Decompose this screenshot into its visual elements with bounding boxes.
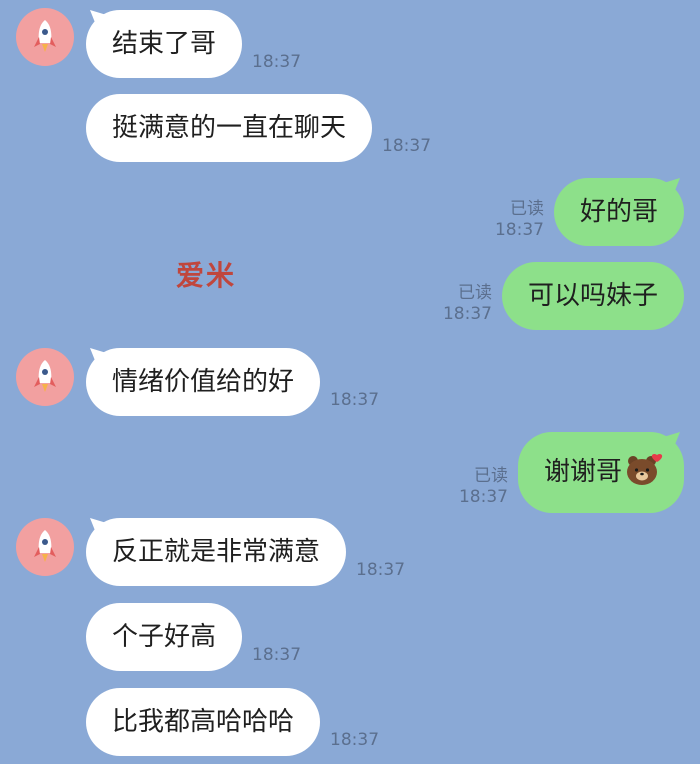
contact-avatar[interactable] bbox=[16, 518, 74, 576]
message-meta: 已读 18:37 bbox=[459, 466, 508, 513]
message-bubble[interactable]: 挺满意的一直在聊天 bbox=[86, 94, 373, 162]
message-bubble[interactable]: 好的哥 bbox=[553, 178, 684, 246]
chat-area: 结束了哥 18:37 挺满意的一直在聊天 18:37 已读 18:37 好的哥 … bbox=[0, 0, 700, 764]
contact-avatar[interactable] bbox=[16, 348, 74, 406]
message-time: 18:37 bbox=[356, 560, 406, 581]
message-row: 结束了哥 18:37 bbox=[86, 10, 311, 78]
rocket-icon bbox=[34, 530, 56, 562]
message-row: 反正就是非常满意 18:37 bbox=[86, 518, 415, 586]
message-time: 18:37 bbox=[252, 645, 302, 666]
message-row: 已读 18:37 谢谢哥 bbox=[459, 432, 684, 513]
bear-heart-emoji-icon bbox=[624, 453, 664, 492]
message-bubble[interactable]: 反正就是非常满意 bbox=[86, 518, 347, 586]
message-bubble[interactable]: 比我都高哈哈哈 bbox=[86, 688, 321, 756]
message-row: 已读 18:37 可以吗妹子 bbox=[443, 262, 684, 330]
message-time: 18:37 bbox=[382, 136, 432, 157]
message-time: 18:37 bbox=[330, 730, 380, 751]
read-receipt: 已读 bbox=[457, 283, 492, 304]
message-time: 18:37 bbox=[330, 390, 380, 411]
message-bubble[interactable]: 谢谢哥 bbox=[517, 432, 684, 513]
message-time: 18:37 bbox=[494, 219, 544, 240]
message-time: 18:37 bbox=[252, 52, 302, 73]
watermark-text: 爱米 bbox=[176, 259, 237, 292]
contact-avatar[interactable] bbox=[16, 8, 74, 66]
message-bubble[interactable]: 结束了哥 bbox=[86, 10, 243, 78]
message-bubble[interactable]: 情绪价值给的好 bbox=[86, 348, 321, 416]
message-meta: 已读 18:37 bbox=[443, 283, 492, 330]
message-time: 18:37 bbox=[458, 486, 508, 507]
message-bubble[interactable]: 可以吗妹子 bbox=[501, 262, 684, 330]
read-receipt: 已读 bbox=[509, 199, 544, 220]
rocket-icon bbox=[34, 20, 56, 52]
message-row: 挺满意的一直在聊天 18:37 bbox=[86, 94, 441, 162]
message-text: 谢谢哥 bbox=[543, 457, 622, 487]
message-row: 个子好高 18:37 bbox=[86, 603, 311, 671]
message-time: 18:37 bbox=[442, 303, 492, 324]
read-receipt: 已读 bbox=[473, 466, 508, 487]
message-row: 情绪价值给的好 18:37 bbox=[86, 348, 389, 416]
message-row: 已读 18:37 好的哥 bbox=[495, 178, 684, 246]
message-bubble[interactable]: 个子好高 bbox=[86, 603, 243, 671]
rocket-icon bbox=[34, 360, 56, 392]
message-row: 比我都高哈哈哈 18:37 bbox=[86, 688, 389, 756]
message-meta: 已读 18:37 bbox=[495, 199, 544, 246]
